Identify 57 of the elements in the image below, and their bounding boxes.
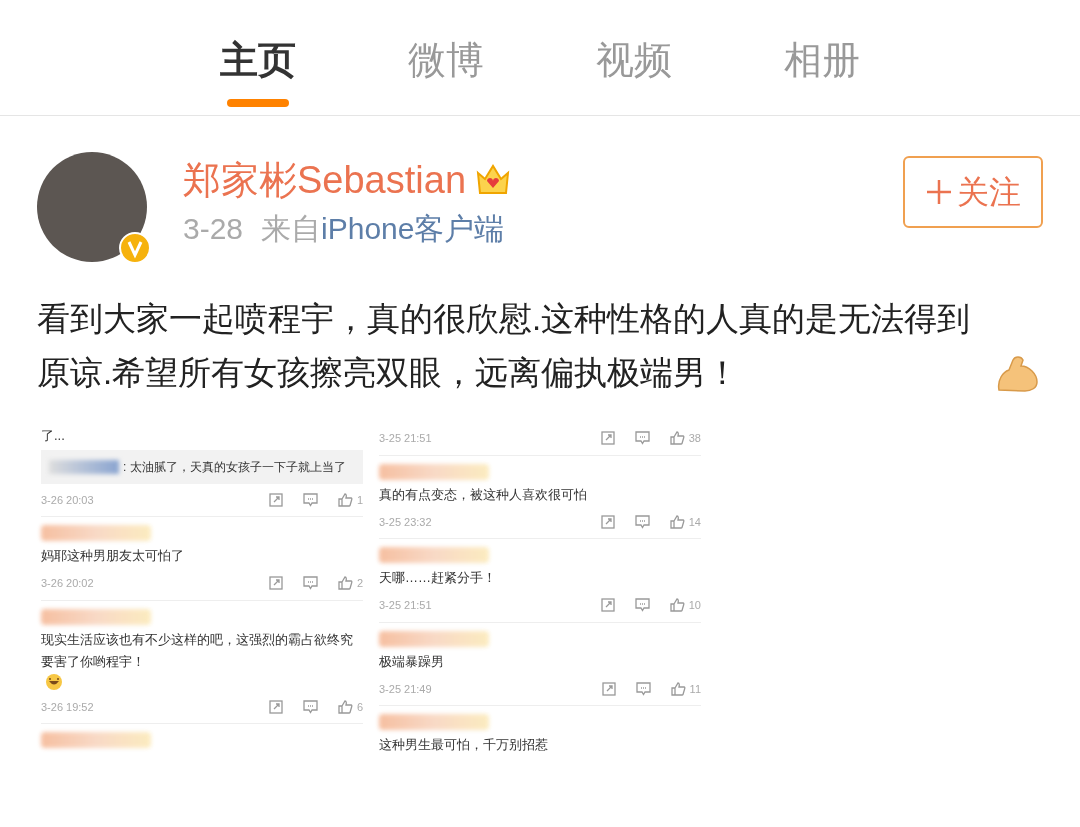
comment-text: 妈耶这种男朋友太可怕了: [41, 547, 184, 565]
like-count: 11: [689, 681, 701, 697]
tab[interactable]: 相册: [784, 36, 860, 108]
share-icon[interactable]: [268, 492, 283, 507]
comment-icon[interactable]: [302, 576, 318, 591]
comment-icon[interactable]: [302, 492, 318, 507]
comment-icon[interactable]: [634, 431, 650, 446]
source-label: 来自: [261, 211, 322, 247]
comment-time: 3-26 20:02: [41, 576, 94, 591]
thumbs-up-icon[interactable]: [669, 598, 685, 613]
share-icon[interactable]: [268, 699, 283, 714]
quote-text: : 太油腻了，天真的女孩子一下子就上当了: [123, 458, 346, 476]
thumbs-up-icon[interactable]: [337, 699, 353, 714]
like-count: 10: [688, 598, 701, 613]
tab[interactable]: 视频: [596, 36, 672, 108]
like-count: 14: [688, 514, 701, 530]
author-name[interactable]: 郑家彬Sebastian: [183, 156, 466, 204]
thumbs-up-icon[interactable]: [337, 492, 353, 507]
like-count: 2: [356, 576, 363, 591]
comment-icon[interactable]: [635, 681, 651, 696]
comment-time: 3-25 21:51: [379, 431, 432, 446]
like-count: 38: [688, 431, 701, 446]
comment-time: 3-25 23:32: [379, 514, 432, 530]
comment-icon[interactable]: [302, 699, 318, 714]
comment-text: 真的有点变态，被这种人喜欢很可怕: [379, 485, 587, 504]
share-icon[interactable]: [600, 514, 615, 529]
verified-badge-icon: [119, 232, 151, 264]
comment-time: 3-26 19:52: [41, 699, 94, 715]
comment-icon[interactable]: [634, 514, 650, 529]
share-icon[interactable]: [268, 576, 283, 591]
comment-time: 3-25 21:49: [379, 681, 432, 697]
comment-icon[interactable]: [634, 598, 650, 613]
comment-time: 3-26 20:03: [41, 492, 94, 508]
blurred-name: [49, 459, 119, 474]
comment-text: 极端暴躁男: [379, 652, 444, 671]
thumbs-up-icon[interactable]: [337, 576, 353, 591]
comment-time: 3-25 21:51: [379, 598, 432, 613]
like-count: 6: [356, 699, 363, 715]
tab[interactable]: 微博: [408, 36, 484, 108]
share-icon[interactable]: [601, 681, 616, 696]
post-date: 3-28: [183, 211, 244, 247]
source-link[interactable]: iPhone客户端: [321, 208, 505, 250]
like-count: 1: [356, 492, 363, 508]
thumbs-up-icon[interactable]: [669, 514, 685, 529]
post-text: 看到大家一起喷程宇，真的很欣慰.这种性格的人真的是无法得到原谅.希望所有女孩擦亮双眼，远离偏执极端男！: [37, 299, 972, 393]
follow-button[interactable]: 关注: [903, 156, 1043, 228]
comment-text: 现实生活应该也有不少这样的吧，这强烈的霸占欲终究要害了你哟程宇！: [41, 630, 354, 671]
comment-text: 天哪……赶紧分手！: [379, 569, 496, 587]
comment-text: 这种男生最可怕，千万别招惹: [379, 736, 548, 754]
plus-icon: [925, 178, 953, 206]
comment-text: 了...: [41, 427, 66, 445]
tab[interactable]: 主页: [220, 36, 296, 108]
thumbs-up-icon[interactable]: [669, 431, 685, 446]
thumbs-up-icon[interactable]: [670, 681, 686, 696]
share-icon[interactable]: [600, 598, 615, 613]
share-icon[interactable]: [600, 431, 615, 446]
tab-indicator: [227, 99, 289, 107]
